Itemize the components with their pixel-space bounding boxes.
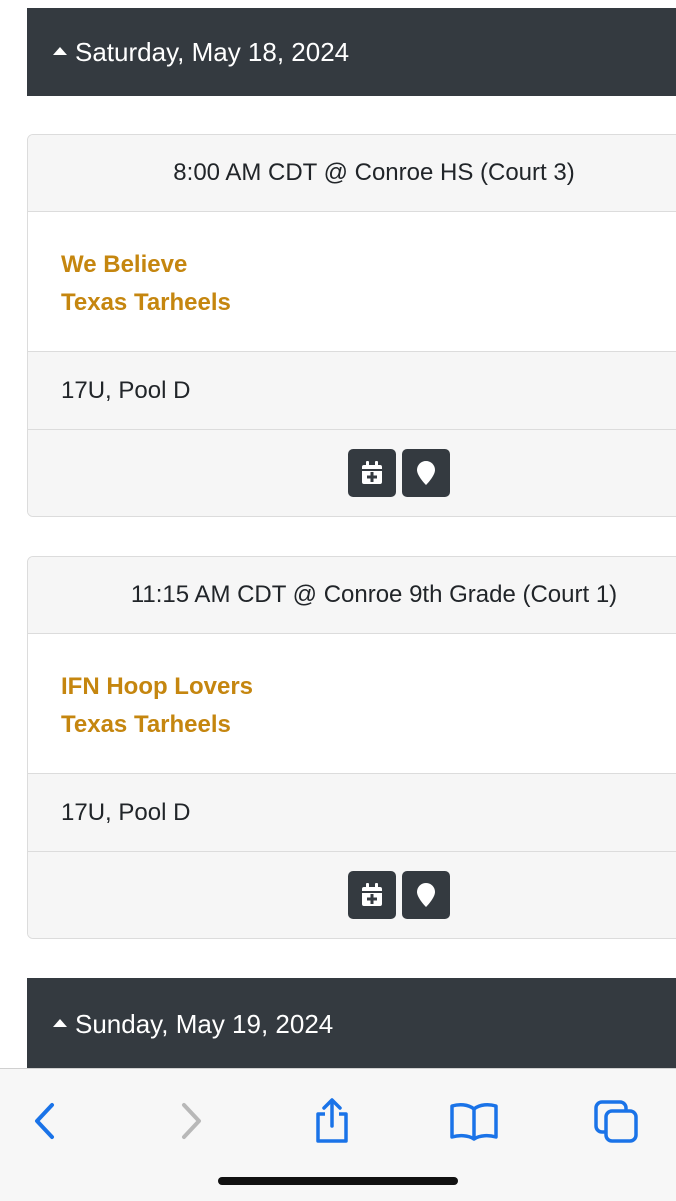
chevron-right-icon <box>182 1103 201 1139</box>
bookmarks-button[interactable] <box>444 1091 504 1151</box>
tabs-icon <box>594 1100 638 1143</box>
add-to-calendar-button[interactable] <box>348 449 396 497</box>
game-actions <box>28 430 676 516</box>
day-header-label: Saturday, May 18, 2024 <box>75 36 350 67</box>
location-button[interactable] <box>402 449 450 497</box>
game-teams: We Believe Texas Tarheels <box>28 212 676 352</box>
team-link[interactable]: IFN Hoop Lovers <box>61 668 676 706</box>
team-link[interactable]: Texas Tarheels <box>61 706 676 744</box>
share-icon <box>316 1098 348 1143</box>
chevron-left-icon <box>35 1103 54 1139</box>
calendar-plus-icon <box>362 461 382 484</box>
map-marker-icon <box>417 883 435 907</box>
day-header-sunday[interactable]: Sunday, May 19, 2024 <box>27 978 676 1070</box>
caret-up-icon <box>53 1019 67 1027</box>
caret-up-icon <box>53 47 67 55</box>
game-card: 8:00 AM CDT @ Conroe HS (Court 3) We Bel… <box>27 134 676 517</box>
location-button[interactable] <box>402 871 450 919</box>
add-to-calendar-button[interactable] <box>348 871 396 919</box>
game-card: 11:15 AM CDT @ Conroe 9th Grade (Court 1… <box>27 556 676 939</box>
game-teams: IFN Hoop Lovers Texas Tarheels <box>28 634 676 774</box>
tabs-button[interactable] <box>586 1091 646 1151</box>
forward-button[interactable] <box>162 1091 222 1151</box>
game-actions <box>28 852 676 938</box>
game-time-location: 8:00 AM CDT @ Conroe HS (Court 3) <box>28 135 676 212</box>
game-division: 17U, Pool D <box>28 352 676 430</box>
team-link[interactable]: Texas Tarheels <box>61 284 676 322</box>
map-marker-icon <box>417 461 435 485</box>
day-header-label: Sunday, May 19, 2024 <box>75 1008 334 1039</box>
calendar-plus-icon <box>362 883 382 906</box>
day-header-saturday[interactable]: Saturday, May 18, 2024 <box>27 8 676 96</box>
back-button[interactable] <box>14 1091 74 1151</box>
game-division: 17U, Pool D <box>28 774 676 852</box>
home-indicator <box>218 1177 458 1185</box>
team-link[interactable]: We Believe <box>61 246 676 284</box>
book-icon <box>450 1103 498 1141</box>
share-button[interactable] <box>302 1091 362 1151</box>
game-time-location: 11:15 AM CDT @ Conroe 9th Grade (Court 1… <box>28 557 676 634</box>
